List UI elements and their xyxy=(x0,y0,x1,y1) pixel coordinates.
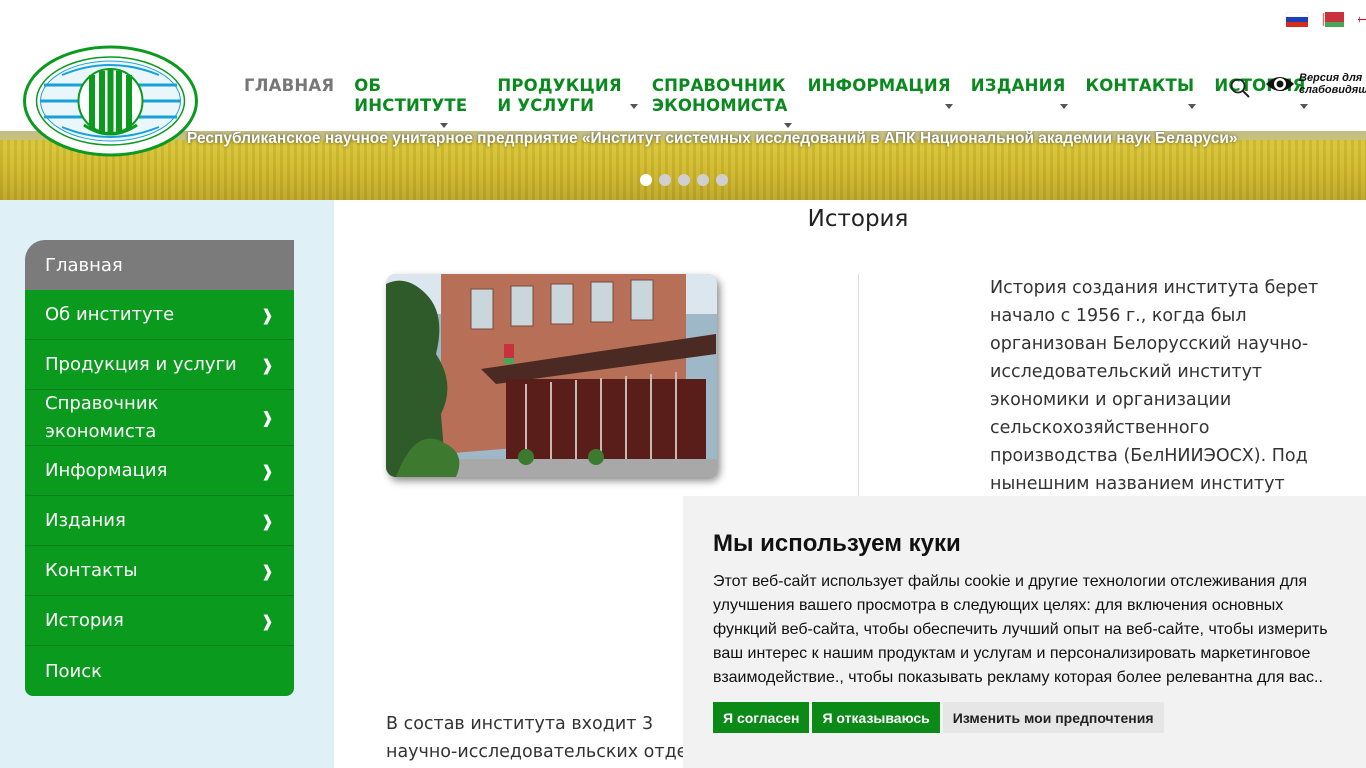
low-vision-version-link[interactable]: Версия для слабовидящ xyxy=(1265,72,1366,96)
nav-info-label: ИНФОРМАЦИЯ xyxy=(807,76,951,95)
sidebar-item-label: Об институте xyxy=(45,304,175,325)
sidebar-item-label: Издания xyxy=(45,510,126,531)
slider-dot[interactable] xyxy=(697,174,709,186)
nav-publications[interactable]: ИЗДАНИЯ xyxy=(961,76,1076,109)
nav-publications-label: ИЗДАНИЯ xyxy=(970,76,1066,95)
nav-reference-label-line2: ЭКОНОМИСТА xyxy=(651,96,788,115)
sidebar-item-label: История xyxy=(45,610,124,631)
sidebar-menu: Главная Об институте ❱ Продукция и услуг… xyxy=(25,240,294,696)
cookie-preferences-button[interactable]: Изменить мои предпочтения xyxy=(942,702,1164,733)
structure-paragraph-line2: научно-исследовательских отде xyxy=(386,742,688,762)
sidebar-item-publications[interactable]: Издания ❱ xyxy=(25,496,294,546)
nav-products-label-line2: И УСЛУГИ xyxy=(497,96,595,115)
chevron-down-icon xyxy=(440,123,449,128)
chevron-down-icon xyxy=(629,104,638,109)
main-nav: ГЛАВНАЯ ОБ ИНСТИТУТЕ ПРОДУКЦИЯ И УСЛУГИ … xyxy=(234,76,1316,128)
sidebar-item-info[interactable]: Информация ❱ xyxy=(25,446,294,496)
chevron-down-icon xyxy=(1299,104,1308,109)
sidebar-item-about[interactable]: Об институте ❱ xyxy=(25,290,294,340)
sidebar-item-products[interactable]: Продукция и услуги ❱ xyxy=(25,340,294,390)
nav-products-label-line1: ПРОДУКЦИЯ xyxy=(497,76,622,95)
chevron-down-icon xyxy=(783,123,792,128)
sidebar-item-history[interactable]: История ❱ xyxy=(25,596,294,646)
page-title: История xyxy=(807,206,909,232)
sidebar-item-label: Поиск xyxy=(45,660,103,682)
nav-products[interactable]: ПРОДУКЦИЯ И УСЛУГИ xyxy=(487,76,641,116)
eye-icon xyxy=(1266,77,1294,91)
nav-about[interactable]: ОБ ИНСТИТУТЕ xyxy=(344,76,487,128)
low-vision-label: Версия для слабовидящ xyxy=(1299,72,1366,96)
nav-reference[interactable]: СПРАВОЧНИК ЭКОНОМИСТА xyxy=(642,76,798,128)
structure-paragraph-line1: В состав института входит 3 xyxy=(386,714,654,734)
sidebar-item-home[interactable]: Главная xyxy=(25,240,294,290)
nav-info[interactable]: ИНФОРМАЦИЯ xyxy=(798,76,961,109)
slider-dot[interactable] xyxy=(716,174,728,186)
slider-dot[interactable] xyxy=(678,174,690,186)
nav-about-label-line1: ОБ xyxy=(354,76,382,95)
sidebar-item-label: Контакты xyxy=(45,560,138,581)
cookie-consent-panel: Мы используем куки Этот веб-сайт использ… xyxy=(683,496,1366,768)
chevron-right-icon: ❱ xyxy=(260,511,274,530)
structure-paragraph: В состав института входит 3 научно-иссле… xyxy=(386,710,726,766)
content-divider xyxy=(858,274,859,496)
cookie-decline-button[interactable]: Я отказываюсь xyxy=(812,702,940,733)
banner-title: Республиканское научное унитарное предпр… xyxy=(187,130,1238,147)
sidebar-item-label: Информация xyxy=(45,460,168,481)
low-vision-label-line2: слабовидящ xyxy=(1299,84,1366,96)
slider-dot[interactable] xyxy=(659,174,671,186)
institute-building-photo xyxy=(386,274,717,477)
cookie-accept-button[interactable]: Я согласен xyxy=(713,702,810,733)
slider-dots xyxy=(640,174,728,186)
nav-home-label: ГЛАВНАЯ xyxy=(244,76,335,95)
chevron-right-icon: ❱ xyxy=(260,561,274,580)
cookie-text: Этот веб-сайт использует файлы cookie и … xyxy=(713,573,1328,686)
chevron-right-icon: ❱ xyxy=(260,355,274,374)
chevron-down-icon xyxy=(944,104,953,109)
chevron-right-icon: ❱ xyxy=(260,407,274,427)
cookie-buttons: Я согласен Я отказываюсь Изменить мои пр… xyxy=(713,702,1336,733)
sidebar-item-reference[interactable]: Справочник экономиста ❱ xyxy=(25,390,294,446)
chevron-right-icon: ❱ xyxy=(260,461,274,480)
search-icon[interactable] xyxy=(1229,77,1251,99)
nav-reference-label-line1: СПРАВОЧНИК xyxy=(651,76,786,95)
low-vision-label-line1: Версия для xyxy=(1299,72,1363,84)
site-header: ГЛАВНАЯ ОБ ИНСТИТУТЕ ПРОДУКЦИЯ И УСЛУГИ … xyxy=(0,0,1366,157)
uk-flag-icon[interactable] xyxy=(1358,12,1366,27)
sidebar-item-search[interactable]: Поиск xyxy=(25,646,294,696)
language-switcher xyxy=(1286,12,1366,27)
institute-logo[interactable] xyxy=(22,45,199,157)
sidebar-item-contacts[interactable]: Контакты ❱ xyxy=(25,546,294,596)
nav-contacts-label: КОНТАКТЫ xyxy=(1085,76,1195,95)
nav-contacts[interactable]: КОНТАКТЫ xyxy=(1076,76,1205,109)
chevron-right-icon: ❱ xyxy=(260,611,274,630)
nav-about-label-line2: ИНСТИТУТЕ xyxy=(354,96,468,115)
sidebar-item-label-line2: экономиста xyxy=(45,420,157,442)
sidebar-item-label: Справочник экономиста xyxy=(45,390,158,446)
sidebar-item-label: Продукция и услуги xyxy=(45,354,237,375)
page: ГЛАВНАЯ ОБ ИНСТИТУТЕ ПРОДУКЦИЯ И УСЛУГИ … xyxy=(0,0,1366,768)
russia-flag-icon[interactable] xyxy=(1286,12,1308,27)
history-paragraph: История создания института берет начало … xyxy=(990,278,1319,494)
cookie-title: Мы используем куки xyxy=(713,530,961,557)
chevron-down-icon xyxy=(1059,104,1068,109)
sidebar-item-label-line1: Справочник xyxy=(45,392,159,414)
chevron-right-icon: ❱ xyxy=(260,305,274,324)
slider-dot[interactable] xyxy=(640,174,652,186)
belarus-flag-icon[interactable] xyxy=(1322,12,1344,27)
nav-home[interactable]: ГЛАВНАЯ xyxy=(234,76,344,96)
chevron-down-icon xyxy=(1188,104,1197,109)
sidebar-item-label: Главная xyxy=(45,254,123,276)
